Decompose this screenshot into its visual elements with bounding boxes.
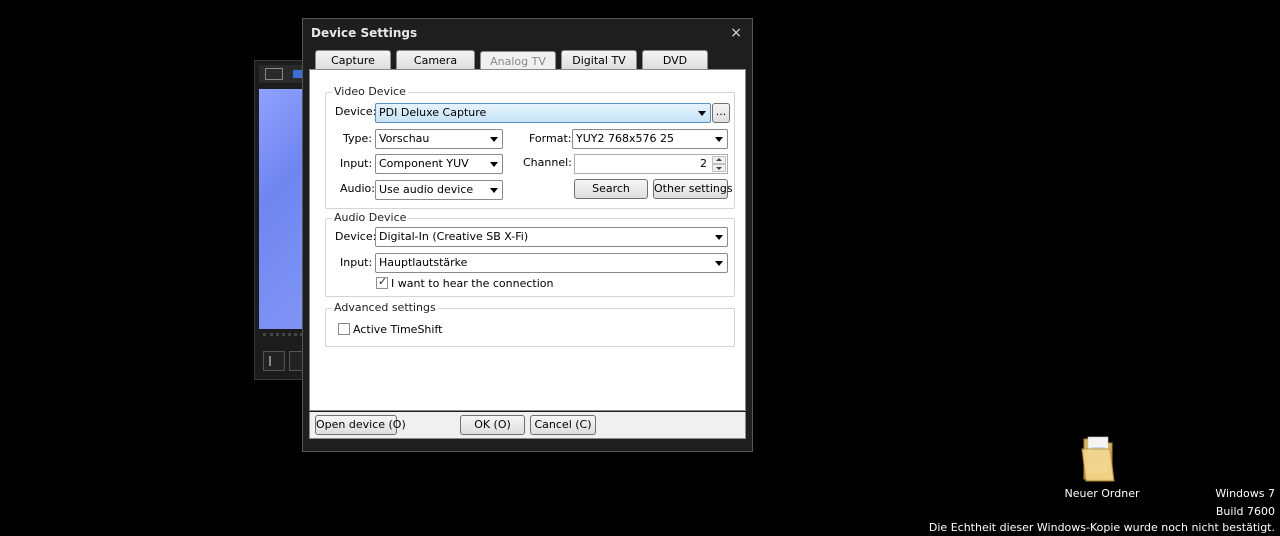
audio-select[interactable]: Use audio device	[375, 180, 503, 200]
audio-input-select[interactable]: Hauptlautstärke	[375, 253, 728, 273]
chevron-down-icon	[490, 162, 498, 167]
channel-value: 2	[700, 157, 707, 170]
audio-value: Use audio device	[379, 183, 474, 196]
timeshift-label: Active TimeShift	[353, 323, 443, 336]
video-device-value: PDI Deluxe Capture	[379, 106, 487, 119]
folder-icon[interactable]	[1080, 433, 1116, 483]
tab-dvd[interactable]: DVD	[642, 50, 708, 70]
dialog-title: Device Settings	[311, 26, 418, 40]
device-settings-dialog: Device Settings × Capture Camera Analog …	[302, 18, 753, 452]
video-device-title: Video Device	[332, 85, 408, 98]
chevron-down-icon	[715, 137, 723, 142]
open-device-button[interactable]: Open device (O)	[315, 415, 406, 435]
channel-down-arrow-icon[interactable]	[712, 164, 726, 172]
input-select[interactable]: Component YUV	[375, 154, 503, 174]
tab-camera[interactable]: Camera	[396, 50, 475, 70]
tab-digital-tv[interactable]: Digital TV	[561, 50, 637, 70]
chevron-down-icon	[715, 235, 723, 240]
format-select[interactable]: YUY2 768x576 25	[572, 129, 728, 149]
chevron-down-icon	[715, 261, 723, 266]
type-value: Vorschau	[379, 132, 430, 145]
audio-device-select[interactable]: Digital-In (Creative SB X-Fi)	[375, 227, 728, 247]
format-label: Format:	[529, 132, 572, 145]
cancel-button[interactable]: Cancel (C)	[530, 415, 596, 435]
advanced-settings-group: Advanced settings ✓ Active TimeShift	[325, 301, 735, 347]
audio-device-group: Audio Device Device: Digital-In (Creativ…	[325, 211, 735, 297]
folder-label: Neuer Ordner	[1064, 487, 1140, 500]
checkmark-icon: ✓	[378, 275, 388, 288]
video-device-group: Video Device Device: PDI Deluxe Capture …	[325, 85, 735, 209]
type-label: Type:	[343, 132, 372, 145]
video-device-select[interactable]: PDI Deluxe Capture	[375, 103, 711, 123]
search-button[interactable]: Search	[574, 179, 648, 199]
other-settings-button[interactable]: Other settings	[653, 179, 733, 199]
browse-device-button[interactable]: ...	[712, 103, 730, 123]
analog-tv-panel: Video Device Device: PDI Deluxe Capture …	[309, 69, 746, 411]
channel-up-arrow-icon[interactable]	[712, 156, 726, 164]
seek-bar[interactable]	[263, 333, 303, 340]
hear-connection-checkbox[interactable]: ✓	[376, 275, 388, 289]
tab-analog-tv[interactable]: Analog TV	[480, 51, 556, 71]
audio-input-label: Input:	[340, 256, 373, 269]
input-value: Component YUV	[379, 157, 469, 170]
chevron-down-icon	[490, 137, 498, 142]
watermark-activation: Die Echtheit dieser Windows-Kopie wurde …	[928, 521, 1275, 534]
previous-button[interactable]	[263, 351, 285, 371]
audio-label: Audio:	[340, 182, 375, 195]
audio-input-value: Hauptlautstärke	[379, 256, 468, 269]
video-device-label: Device:	[335, 105, 377, 118]
skip-back-icon	[269, 356, 281, 366]
input-label: Input:	[340, 157, 373, 170]
channel-stepper[interactable]: 2	[574, 154, 728, 174]
video-preview	[259, 89, 307, 329]
tab-capture[interactable]: Capture	[315, 50, 391, 70]
audio-device-title: Audio Device	[332, 211, 409, 224]
watermark-windows: Windows 7	[1215, 487, 1275, 500]
chevron-down-icon	[698, 111, 706, 116]
timeshift-checkbox[interactable]: ✓	[338, 323, 350, 335]
watermark-build: Build 7600	[1215, 505, 1275, 518]
dialog-footer: Open device (O) OK (O) Cancel (C)	[309, 412, 746, 439]
player-titlebar	[259, 65, 307, 83]
type-select[interactable]: Vorschau	[375, 129, 503, 149]
format-value: YUY2 768x576 25	[576, 132, 674, 145]
advanced-settings-title: Advanced settings	[332, 301, 438, 314]
close-button[interactable]: ×	[730, 25, 742, 41]
audio-device-value: Digital-In (Creative SB X-Fi)	[379, 230, 529, 243]
hear-connection-label: I want to hear the connection	[391, 277, 554, 290]
channel-label: Channel:	[523, 156, 572, 169]
audio-device-label: Device:	[335, 230, 377, 243]
chevron-down-icon	[490, 188, 498, 193]
ok-button[interactable]: OK (O)	[460, 415, 525, 435]
screen-icon[interactable]	[265, 68, 283, 80]
